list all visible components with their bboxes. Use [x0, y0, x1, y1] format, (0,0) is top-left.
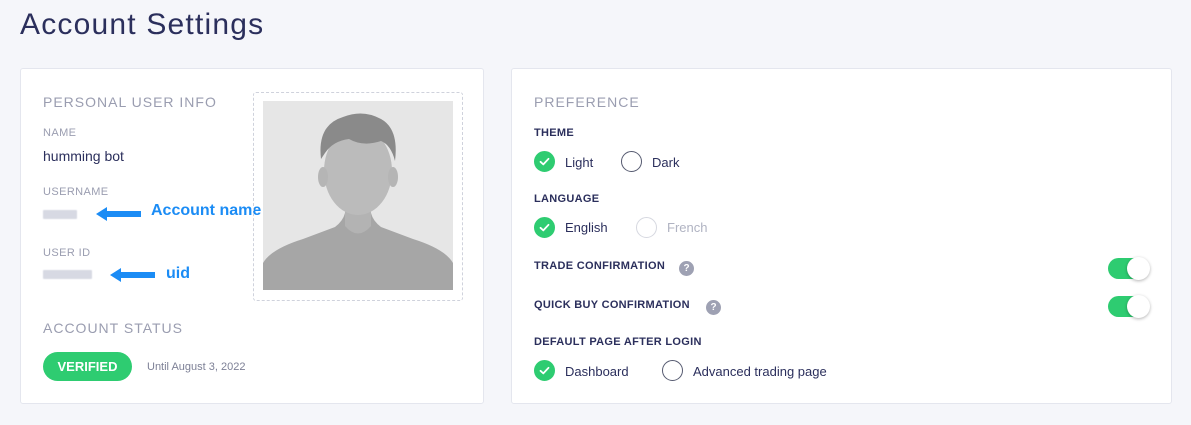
- language-english-radio[interactable]: [534, 217, 555, 238]
- check-icon: [539, 366, 550, 375]
- theme-light-radio[interactable]: [534, 151, 555, 172]
- name-label: NAME: [43, 127, 77, 139]
- personal-info-card: PERSONAL USER INFO NAME humming bot USER…: [20, 68, 484, 404]
- theme-dark-radio[interactable]: [621, 151, 642, 172]
- check-icon: [539, 223, 550, 232]
- theme-light-label[interactable]: Light: [565, 155, 593, 170]
- avatar: [263, 101, 453, 290]
- trade-confirmation-toggle[interactable]: [1108, 257, 1150, 280]
- name-value: humming bot: [43, 148, 124, 164]
- userid-value-redacted: [43, 270, 92, 279]
- avatar-upload-area[interactable]: [253, 92, 463, 301]
- toggle-knob: [1127, 257, 1150, 280]
- arrow-left-icon: [96, 207, 141, 221]
- quick-buy-confirmation-toggle[interactable]: [1108, 295, 1150, 318]
- theme-label: THEME: [534, 127, 574, 139]
- default-page-dashboard-label[interactable]: Dashboard: [565, 364, 629, 379]
- preference-card: PREFERENCE THEME Light Dark LANGUAGE Eng…: [511, 68, 1172, 404]
- help-icon[interactable]: ?: [706, 300, 721, 315]
- default-page-advanced-radio[interactable]: [662, 360, 683, 381]
- theme-dark-label[interactable]: Dark: [652, 155, 679, 170]
- default-page-label: DEFAULT PAGE AFTER LOGIN: [534, 336, 702, 348]
- username-annotation: Account name: [151, 202, 262, 219]
- personal-info-title: PERSONAL USER INFO: [43, 94, 217, 110]
- toggle-knob: [1127, 295, 1150, 318]
- default-page-advanced-label[interactable]: Advanced trading page: [693, 364, 827, 379]
- quick-buy-confirmation-label: QUICK BUY CONFIRMATION: [534, 299, 690, 311]
- account-status-title: ACCOUNT STATUS: [43, 320, 184, 336]
- help-icon[interactable]: ?: [679, 261, 694, 276]
- language-french-label[interactable]: French: [667, 220, 707, 235]
- username-value-redacted: [43, 210, 77, 219]
- status-until: Until August 3, 2022: [147, 361, 246, 373]
- language-label: LANGUAGE: [534, 193, 600, 205]
- arrow-left-icon: [110, 268, 155, 282]
- userid-label: USER ID: [43, 247, 91, 259]
- language-english-label[interactable]: English: [565, 220, 608, 235]
- language-french-radio[interactable]: [636, 217, 657, 238]
- username-label: USERNAME: [43, 186, 109, 198]
- page-title: Account Settings: [20, 8, 265, 41]
- status-badge: VERIFIED: [43, 352, 132, 381]
- check-icon: [539, 157, 550, 166]
- userid-annotation: uid: [166, 265, 190, 282]
- default-page-dashboard-radio[interactable]: [534, 360, 555, 381]
- trade-confirmation-label: TRADE CONFIRMATION: [534, 260, 666, 272]
- user-placeholder-icon: [263, 101, 453, 290]
- preference-title: PREFERENCE: [534, 94, 640, 110]
